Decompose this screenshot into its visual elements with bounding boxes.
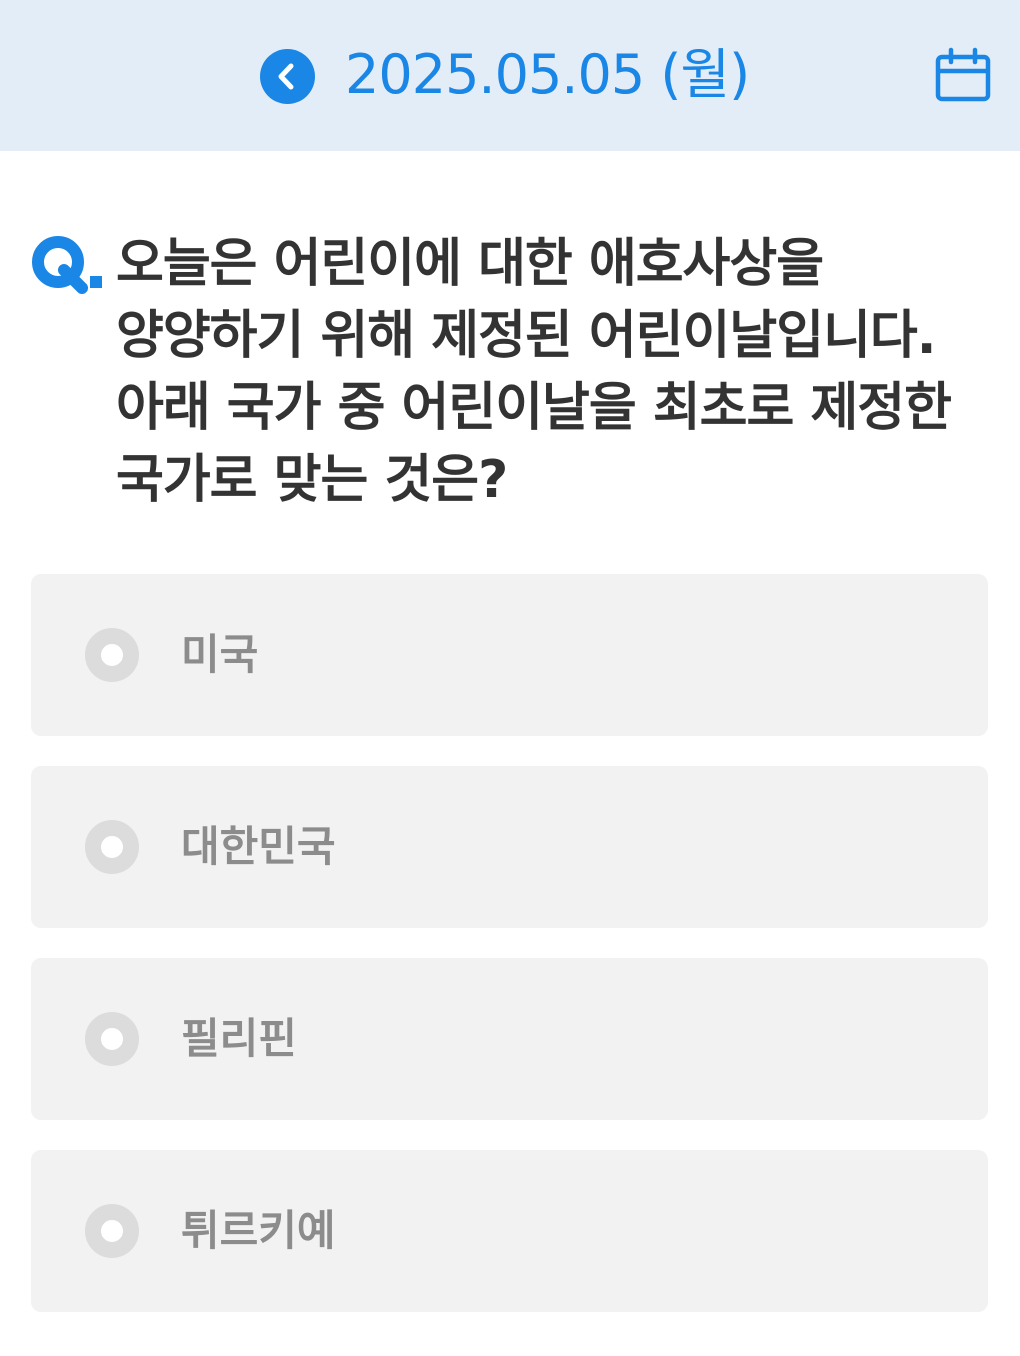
calendar-icon <box>935 47 991 102</box>
calendar-button[interactable] <box>934 47 992 105</box>
answer-option-2[interactable]: 대한민국 <box>31 766 988 928</box>
radio-button[interactable] <box>85 1012 139 1066</box>
answer-option-3[interactable]: 필리핀 <box>31 958 988 1120</box>
option-label: 필리핀 <box>181 1014 297 1063</box>
prev-date-button[interactable] <box>260 49 315 104</box>
question-text: 오늘은 어린이에 대한 애호사상을 양양하기 위해 제정된 어린이날입니다. 아… <box>116 234 952 510</box>
radio-button[interactable] <box>85 820 139 874</box>
header-bar: 2025.05.05 (월) <box>0 0 1020 151</box>
option-label: 튀르키예 <box>181 1206 336 1255</box>
option-label: 대한민국 <box>181 822 336 871</box>
option-label: 미국 <box>181 630 259 679</box>
date-title: 2025.05.05 (월) <box>345 43 750 106</box>
radio-button[interactable] <box>85 628 139 682</box>
question-mark-label <box>30 232 106 296</box>
chevron-left-icon <box>278 63 294 90</box>
answer-option-4[interactable]: 튀르키예 <box>31 1150 988 1312</box>
answer-option-1[interactable]: 미국 <box>31 574 988 736</box>
radio-button[interactable] <box>85 1204 139 1258</box>
